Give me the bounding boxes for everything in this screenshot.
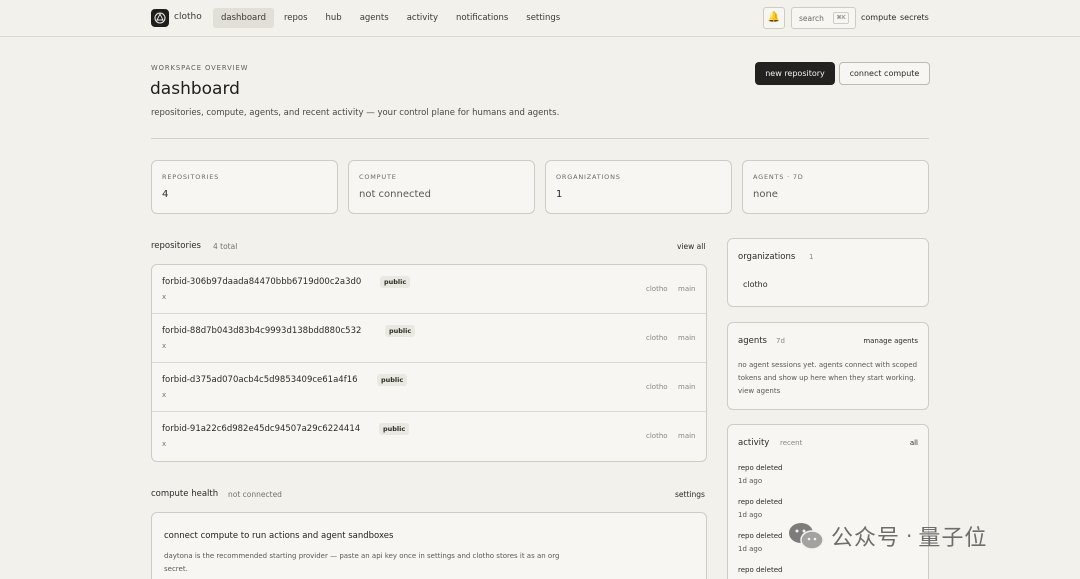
nav-settings[interactable]: settings [518, 8, 568, 28]
app-name[interactable]: clotho [174, 12, 202, 22]
stat-repositories: REPOSITORIES 4 [151, 160, 338, 214]
activity-item-time: 1d ago [738, 511, 763, 519]
repo-name[interactable]: forbid-91a22c6d982e45dc94507a29c6224414 [162, 424, 360, 434]
activity-title: activity [738, 438, 770, 448]
stat-value: not connected [359, 189, 431, 200]
secrets-link[interactable]: secrets [900, 13, 929, 22]
activity-item[interactable]: repo deleted 1d ago [738, 531, 782, 554]
compute-settings-link[interactable]: settings [675, 490, 705, 499]
repo-owner: clotho [646, 285, 668, 293]
repo-description: x [162, 293, 167, 301]
organizations-panel: organizations 1 clotho [727, 238, 929, 307]
nav-dashboard[interactable]: dashboard [213, 8, 274, 28]
stat-agents: AGENTS · 7D none [742, 160, 929, 214]
agents-title: agents [738, 336, 767, 346]
page-eyebrow: WORKSPACE OVERVIEW [151, 64, 249, 72]
compute-health-status: not connected [228, 490, 282, 499]
visibility-badge: public [385, 325, 416, 337]
repo-name[interactable]: forbid-306b97daada84470bbb6719d00c2a3d0 [162, 277, 361, 287]
agents-empty-message: no agent sessions yet. agents connect wi… [738, 361, 918, 395]
top-bar: clotho dashboard repos hub agents activi… [0, 0, 1080, 37]
search-placeholder: search [799, 14, 824, 23]
manage-agents-link[interactable]: manage agents [863, 337, 918, 345]
repo-branch: main [678, 334, 696, 342]
repo-row[interactable]: forbid-88d7b043d83b4c9993d138bdd880c532 … [152, 314, 706, 363]
agents-period: 7d [776, 337, 785, 345]
activity-item[interactable]: repo deleted 1d ago [738, 463, 782, 486]
repo-branch: main [678, 285, 696, 293]
repo-name[interactable]: forbid-88d7b043d83b4c9993d138bdd880c532 [162, 326, 361, 336]
compute-link[interactable]: compute [861, 13, 896, 22]
repositories-total: 4 total [213, 242, 238, 251]
stat-value: none [753, 189, 778, 200]
view-all-repos-link[interactable]: view all [677, 242, 705, 251]
connect-compute-card: connect compute to run actions and agent… [151, 512, 707, 579]
stat-value: 1 [556, 189, 563, 200]
nav-hub[interactable]: hub [318, 8, 350, 28]
stat-label: REPOSITORIES [162, 173, 220, 181]
page-title: dashboard [150, 79, 240, 99]
repo-branch: main [678, 432, 696, 440]
activity-item-title: repo deleted [738, 566, 783, 574]
new-repository-button[interactable]: new repository [755, 62, 835, 85]
activity-item[interactable]: repo deleted 1d ago [738, 497, 782, 520]
agents-panel: agents 7d manage agents no agent session… [727, 322, 929, 410]
watermark: 公众号 · 量子位 [787, 518, 987, 554]
all-activity-link[interactable]: all [910, 439, 918, 447]
repo-owner: clotho [646, 432, 668, 440]
visibility-badge: public [377, 374, 408, 386]
clotho-logo-icon[interactable] [151, 9, 169, 27]
connect-compute-button[interactable]: connect compute [839, 62, 930, 85]
repo-row[interactable]: forbid-d375ad070acb4c5d9853409ce61a4f16 … [152, 363, 706, 412]
visibility-badge: public [380, 276, 411, 288]
repo-row[interactable]: forbid-91a22c6d982e45dc94507a29c6224414 … [152, 412, 706, 461]
stat-organizations: ORGANIZATIONS 1 [545, 160, 732, 214]
stat-compute: COMPUTE not connected [348, 160, 535, 214]
activity-panel: activity recent all repo deleted 1d ago … [727, 424, 929, 579]
repo-owner: clotho [646, 383, 668, 391]
visibility-badge: public [379, 423, 410, 435]
activity-item-title: repo deleted [738, 498, 783, 506]
watermark-dot: · [906, 524, 913, 548]
stat-label: ORGANIZATIONS [556, 173, 621, 181]
activity-item[interactable]: repo deleted [738, 565, 782, 578]
repo-branch: main [678, 383, 696, 391]
activity-item-time: 1d ago [738, 545, 763, 553]
repo-description: x [162, 391, 167, 399]
nav-activity[interactable]: activity [399, 8, 446, 28]
connect-compute-title: connect compute to run actions and agent… [164, 531, 394, 541]
repositories-section-title: repositories [151, 241, 201, 251]
stat-value: 4 [162, 189, 169, 200]
watermark-brand: 量子位 [918, 526, 988, 551]
nav-agents[interactable]: agents [352, 8, 397, 28]
stat-label: COMPUTE [359, 173, 397, 181]
activity-item-title: repo deleted [738, 532, 783, 540]
repository-list: forbid-306b97daada84470bbb6719d00c2a3d0 … [151, 264, 707, 462]
wechat-icon [787, 521, 825, 551]
organizations-count: 1 [809, 253, 814, 261]
bell-icon[interactable]: 🔔 [763, 7, 785, 29]
nav-notifications[interactable]: notifications [448, 8, 516, 28]
watermark-text: 公众号 [831, 526, 901, 551]
stat-label: AGENTS · 7D [753, 173, 804, 181]
compute-health-title: compute health [151, 489, 219, 499]
search-shortcut: ⌘K [833, 12, 849, 24]
activity-sub: recent [780, 439, 803, 447]
main-nav: dashboard repos hub agents activity noti… [213, 8, 570, 28]
repo-description: x [162, 342, 167, 350]
header-divider [151, 138, 929, 139]
repo-description: x [162, 440, 167, 448]
repo-owner: clotho [646, 334, 668, 342]
activity-item-time: 1d ago [738, 477, 763, 485]
repo-row[interactable]: forbid-306b97daada84470bbb6719d00c2a3d0 … [152, 265, 706, 314]
organizations-title: organizations [738, 252, 796, 262]
organization-item[interactable]: clotho [743, 280, 768, 289]
page-subtitle: repositories, compute, agents, and recen… [151, 108, 560, 118]
connect-compute-description: daytona is the recommended starting prov… [164, 552, 560, 573]
nav-repos[interactable]: repos [276, 8, 316, 28]
search-input[interactable]: search ⌘K [791, 7, 856, 29]
activity-item-title: repo deleted [738, 464, 783, 472]
repo-name[interactable]: forbid-d375ad070acb4c5d9853409ce61a4f16 [162, 375, 358, 385]
